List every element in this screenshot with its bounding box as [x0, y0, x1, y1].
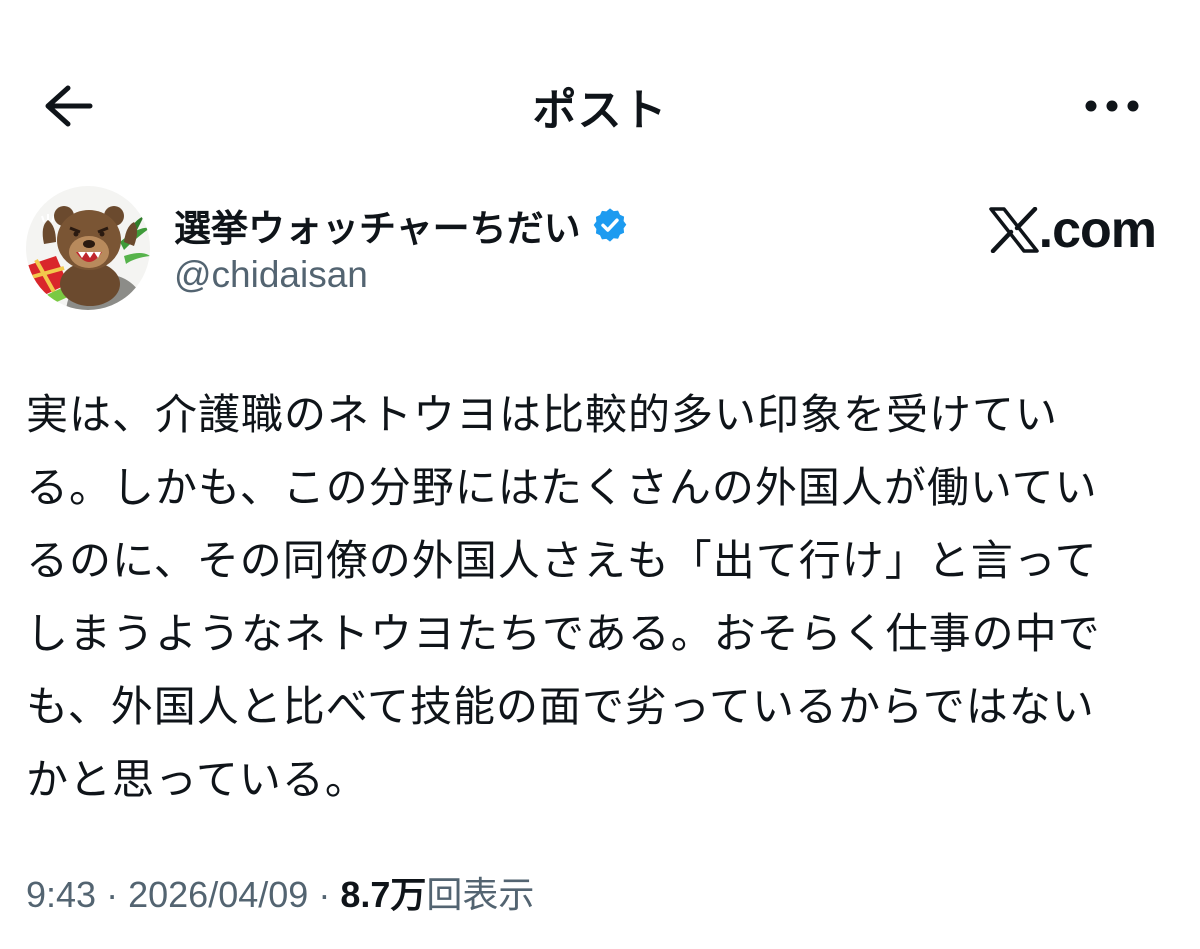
post-text-line: も、外国人と比べて技能の面で劣っているからではない: [26, 682, 1095, 731]
x-com-label: .: [1038, 201, 1053, 259]
post-meta: 9:43 · 2026/04/09 · 8.7万回表示: [26, 866, 534, 918]
views-label: 回表示: [426, 874, 535, 915]
post-time[interactable]: 9:43: [26, 874, 96, 915]
views-count: 8.7万: [340, 874, 427, 915]
user-handle[interactable]: @chidaisan: [174, 254, 368, 296]
top-bar: ポスト: [0, 0, 1200, 210]
more-horizontal-icon: [1085, 100, 1139, 112]
display-name[interactable]: 選挙ウォッチャーちだい: [174, 198, 581, 252]
post-author: 選挙ウォッチャーちだい @chidaisan . com: [26, 186, 1157, 316]
post-text-line: 実は、介護職のネトウヨは比較的多い印象を受けてい: [26, 390, 1059, 439]
post-text-line: しまうようなネトウヨたちである。おそらく仕事の中で: [26, 609, 1101, 658]
bear-avatar-image: [26, 186, 150, 310]
x-com-domain: com: [1052, 201, 1157, 259]
x-com-watermark: . com: [988, 200, 1157, 260]
more-options-button[interactable]: [1082, 82, 1142, 130]
page-title: ポスト: [532, 85, 668, 136]
meta-separator: ·: [318, 874, 331, 915]
x-logo-icon: [988, 207, 1039, 253]
post-date[interactable]: 2026/04/09: [128, 874, 308, 915]
avatar[interactable]: [26, 186, 150, 310]
display-name-row[interactable]: 選挙ウォッチャーちだい: [174, 198, 629, 252]
post-text-line: る。しかも、この分野にはたくさんの外国人が働いてい: [26, 463, 1098, 512]
post-text-line: かと思っている。: [26, 755, 368, 804]
post-text-line: るのに、その同僚の外国人さえも「出て行け」と言って: [26, 536, 1098, 585]
post-text: 実は、介護職のネトウヨは比較的多い印象を受けてい る。しかも、この分野にはたくさ…: [26, 378, 1176, 816]
meta-separator: ·: [106, 874, 119, 915]
verified-badge-icon: [593, 208, 626, 242]
